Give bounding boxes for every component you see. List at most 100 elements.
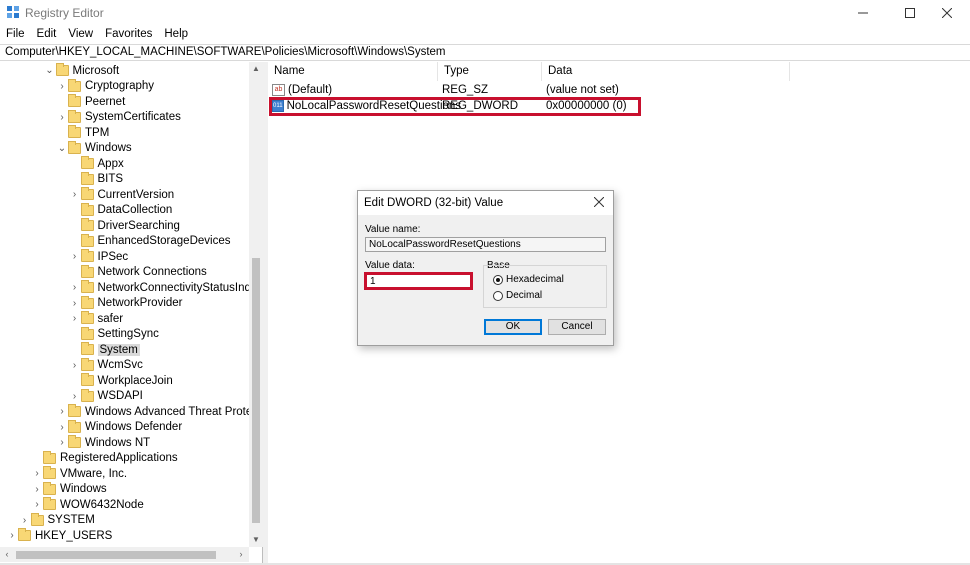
tree-item[interactable]: › Windows NT — [56, 435, 150, 451]
tree-item[interactable]: › VMware, Inc. — [31, 466, 127, 482]
tree-item-label: Cryptography — [85, 80, 155, 93]
tree-item[interactable]: EnhancedStorageDevices — [69, 233, 231, 250]
chevron-right-icon[interactable]: › — [69, 282, 81, 293]
chevron-right-icon[interactable]: › — [31, 499, 43, 510]
folder-icon — [18, 528, 31, 542]
dialog-close-button[interactable] — [593, 194, 605, 210]
tree-item[interactable]: › Windows Advanced Threat Protec — [56, 404, 258, 420]
chevron-down-icon[interactable]: ⌄ — [56, 143, 68, 154]
tree-item[interactable]: SettingSync — [69, 326, 159, 343]
tree-item[interactable]: › WSDAPI — [69, 388, 143, 405]
scroll-left-icon[interactable]: ‹ — [0, 547, 14, 562]
menu-help[interactable]: Help — [158, 26, 194, 44]
tree-item[interactable]: › WcmSvc — [69, 357, 143, 374]
folder-icon — [68, 94, 81, 108]
folder-icon — [68, 140, 81, 154]
ok-button[interactable]: OK — [484, 319, 542, 335]
tree-item[interactable]: › SystemCertificates — [56, 109, 181, 126]
cancel-button[interactable]: Cancel — [548, 319, 606, 335]
maximize-icon — [905, 8, 915, 18]
tree-item-label: NetworkConnectivityStatusIndic — [97, 281, 260, 294]
chevron-right-icon[interactable]: › — [69, 391, 81, 402]
menu-favorites[interactable]: Favorites — [99, 26, 158, 44]
tree-item-label: EnhancedStorageDevices — [97, 235, 231, 248]
chevron-right-icon[interactable]: › — [6, 530, 18, 541]
tree-horizontal-scrollbar[interactable]: ‹ › — [0, 547, 249, 562]
tree-item-label: SystemCertificates — [85, 111, 181, 124]
value-name-field[interactable]: NoLocalPasswordResetQuestions — [365, 237, 606, 252]
chevron-right-icon[interactable]: › — [69, 360, 81, 371]
tree-item-label: IPSec — [97, 250, 129, 263]
chevron-right-icon[interactable]: › — [56, 422, 68, 433]
tree-vertical-scrollbar[interactable]: ▲ ▼ — [249, 62, 263, 547]
tree-item[interactable]: Peernet — [56, 94, 125, 110]
tree-item-label: WorkplaceJoin — [97, 374, 173, 387]
tree-item[interactable]: › HKEY_USERS — [6, 528, 112, 544]
tree-item[interactable]: › safer — [69, 311, 123, 327]
column-name[interactable]: Name — [268, 62, 438, 81]
scroll-right-icon[interactable]: › — [234, 547, 248, 562]
column-data[interactable]: Data — [542, 62, 790, 81]
folder-icon — [43, 497, 56, 511]
scroll-thumb[interactable] — [252, 258, 260, 523]
tree-item[interactable]: › CurrentVersion — [69, 187, 174, 203]
chevron-right-icon[interactable]: › — [56, 81, 68, 92]
tree-item[interactable]: › IPSec — [69, 249, 129, 265]
menu-view[interactable]: View — [62, 26, 99, 44]
chevron-right-icon[interactable]: › — [56, 406, 68, 417]
tree-item[interactable]: RegisteredApplications — [31, 450, 178, 467]
minimize-button[interactable] — [840, 0, 886, 26]
tree-item[interactable]: Appx — [69, 156, 124, 172]
folder-icon — [80, 187, 94, 201]
tree-item[interactable]: › Cryptography — [56, 78, 155, 95]
chevron-right-icon[interactable]: › — [69, 251, 81, 262]
menu-file[interactable]: File — [0, 26, 31, 44]
tree-item[interactable]: › WOW6432Node — [31, 497, 144, 513]
tree-item-label: WcmSvc — [97, 359, 143, 372]
tree-item[interactable]: TPM — [56, 125, 109, 141]
chevron-down-icon[interactable]: ⌄ — [44, 65, 56, 76]
folder-icon — [43, 466, 56, 480]
tree-item[interactable]: › Windows Defender — [56, 419, 182, 436]
scroll-down-icon[interactable]: ▼ — [249, 535, 263, 544]
folder-icon — [80, 342, 94, 356]
tree-item[interactable]: BITS — [69, 171, 123, 188]
decimal-radio[interactable]: Decimal — [493, 290, 542, 301]
chevron-right-icon[interactable]: › — [56, 437, 68, 448]
tree-item[interactable]: Network Connections — [69, 264, 207, 281]
tree-item-label: Microsoft — [72, 64, 120, 77]
hscroll-thumb[interactable] — [16, 551, 216, 559]
tree-item[interactable]: DriverSearching — [69, 218, 180, 234]
folder-icon — [43, 481, 56, 495]
tree-item-label: Peernet — [85, 95, 126, 108]
menu-edit[interactable]: Edit — [31, 26, 63, 44]
tree-item-label: Network Connections — [97, 266, 207, 279]
scroll-up-icon[interactable]: ▲ — [249, 64, 263, 73]
list-row-default[interactable]: ab (Default) REG_SZ (value not set) — [268, 82, 742, 98]
tree-item[interactable]: WorkplaceJoin — [69, 373, 173, 389]
tree-item[interactable]: › SYSTEM — [19, 512, 95, 529]
chevron-right-icon[interactable]: › — [19, 515, 31, 526]
minimize-icon — [858, 12, 868, 14]
tree-item[interactable]: › NetworkConnectivityStatusIndic — [69, 280, 260, 296]
chevron-right-icon[interactable]: › — [69, 298, 81, 309]
address-bar[interactable]: Computer\HKEY_LOCAL_MACHINE\SOFTWARE\Pol… — [0, 44, 970, 61]
value-type: REG_SZ — [442, 84, 489, 96]
chevron-right-icon[interactable]: › — [69, 189, 81, 200]
tree-item[interactable]: DataCollection — [69, 202, 172, 219]
tree-item-label: SettingSync — [97, 328, 159, 341]
tree-item[interactable]: System — [69, 342, 140, 358]
chevron-right-icon[interactable]: › — [69, 313, 81, 324]
close-button[interactable] — [924, 0, 970, 26]
tree-item[interactable]: ⌄ Windows — [56, 140, 132, 157]
folder-icon — [80, 357, 94, 371]
tree-item[interactable]: ⌄ Microsoft — [44, 63, 120, 79]
chevron-right-icon[interactable]: › — [31, 484, 43, 495]
hexadecimal-radio[interactable]: Hexadecimal — [493, 274, 564, 285]
tree-item[interactable]: › NetworkProvider — [69, 295, 183, 312]
chevron-right-icon[interactable]: › — [31, 468, 43, 479]
decimal-label: Decimal — [506, 290, 543, 301]
chevron-right-icon[interactable]: › — [56, 112, 68, 123]
column-type[interactable]: Type — [438, 62, 542, 81]
tree-item[interactable]: › Windows — [31, 481, 107, 498]
